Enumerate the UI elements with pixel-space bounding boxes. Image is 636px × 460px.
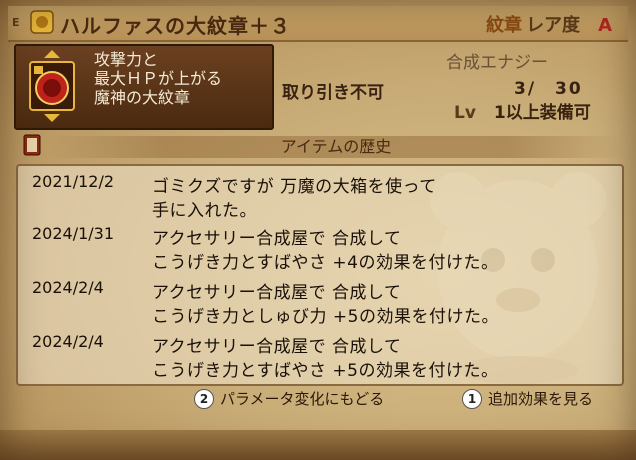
entry-line: アクセサリー合成屋で 合成して bbox=[152, 337, 402, 357]
equipped-marker: E bbox=[12, 16, 20, 29]
entry-line: ゴミクズですが 万魔の大箱を使って bbox=[152, 177, 437, 197]
item-detail-panel: E ハルファスの大紋章＋３ 紋章 レア度 A 攻撃力と 最大ＨＰが上がる 魔神の大紋… bbox=[0, 0, 636, 460]
arrow-up-icon bbox=[44, 50, 60, 58]
back-to-params-button[interactable]: 2 パラメータ変化にもどる bbox=[194, 388, 384, 409]
item-name: ハルファスの大紋章＋３ bbox=[60, 14, 291, 38]
title-bar: E ハルファスの大紋章＋３ 紋章 レア度 A bbox=[8, 6, 628, 42]
item-summary-box: 攻撃力と 最大ＨＰが上がる 魔神の大紋章 bbox=[14, 44, 274, 130]
rarity-grade: A bbox=[598, 15, 612, 36]
button-2-icon: 2 bbox=[194, 388, 214, 409]
emblem-icon bbox=[29, 50, 75, 122]
entry-date: 2024/2/4 bbox=[32, 332, 104, 351]
entry-line: アクセサリー合成屋で 合成して bbox=[152, 229, 402, 249]
synthesis-label: 合成エナジー bbox=[446, 53, 548, 73]
item-icon-selector[interactable] bbox=[24, 50, 80, 122]
rarity-info: 紋章 レア度 A bbox=[486, 11, 612, 37]
view-extra-effects-label: 追加効果を見る bbox=[488, 390, 594, 408]
history-header: アイテムの歴史 bbox=[48, 136, 624, 158]
entry-line: こうげき力とすばやさ +4の効果を付けた。 bbox=[152, 253, 499, 273]
entry-date: 2021/12/2 bbox=[32, 172, 115, 191]
entry-line: 手に入れた。 bbox=[152, 201, 257, 221]
desc-line: 攻撃力と bbox=[94, 50, 159, 69]
entry-date: 2024/1/31 bbox=[32, 224, 115, 243]
desc-line: 最大ＨＰが上がる bbox=[94, 69, 223, 88]
entry-line: アクセサリー合成屋で 合成して bbox=[152, 283, 402, 303]
history-list: 2021/12/2 ゴミクズですが 万魔の大箱を使って 手に入れた。 2024/… bbox=[16, 164, 624, 386]
rarity-label: レア度 bbox=[526, 15, 581, 36]
view-extra-effects-button[interactable]: 1 追加効果を見る bbox=[462, 388, 593, 409]
button-1-icon: 1 bbox=[462, 388, 482, 409]
trade-status: 取り引き不可 bbox=[282, 83, 384, 103]
entry-date: 2024/2/4 bbox=[32, 278, 104, 297]
entry-line: こうげき力とすばやさ +5の効果を付けた。 bbox=[152, 361, 499, 381]
back-to-params-label: パラメータ変化にもどる bbox=[220, 390, 385, 408]
history-title: アイテムの歴史 bbox=[280, 137, 392, 156]
bottom-frame bbox=[0, 430, 636, 460]
item-description: 攻撃力と 最大ＨＰが上がる 魔神の大紋章 bbox=[94, 50, 222, 107]
synthesis-value: 3/ 30 bbox=[514, 79, 583, 99]
arrow-down-icon bbox=[44, 114, 60, 122]
level-label: Lv bbox=[454, 103, 476, 123]
level-requirement: 1以上装備可 bbox=[493, 103, 591, 123]
entry-line: こうげき力としゅび力 +5の効果を付けた。 bbox=[152, 307, 499, 327]
desc-line: 魔神の大紋章 bbox=[94, 88, 191, 107]
emblem-category-icon bbox=[30, 10, 54, 34]
equip-requirement: Lv 1以上装備可 bbox=[454, 98, 591, 123]
item-category: 紋章 bbox=[486, 15, 523, 36]
book-icon bbox=[23, 134, 41, 156]
